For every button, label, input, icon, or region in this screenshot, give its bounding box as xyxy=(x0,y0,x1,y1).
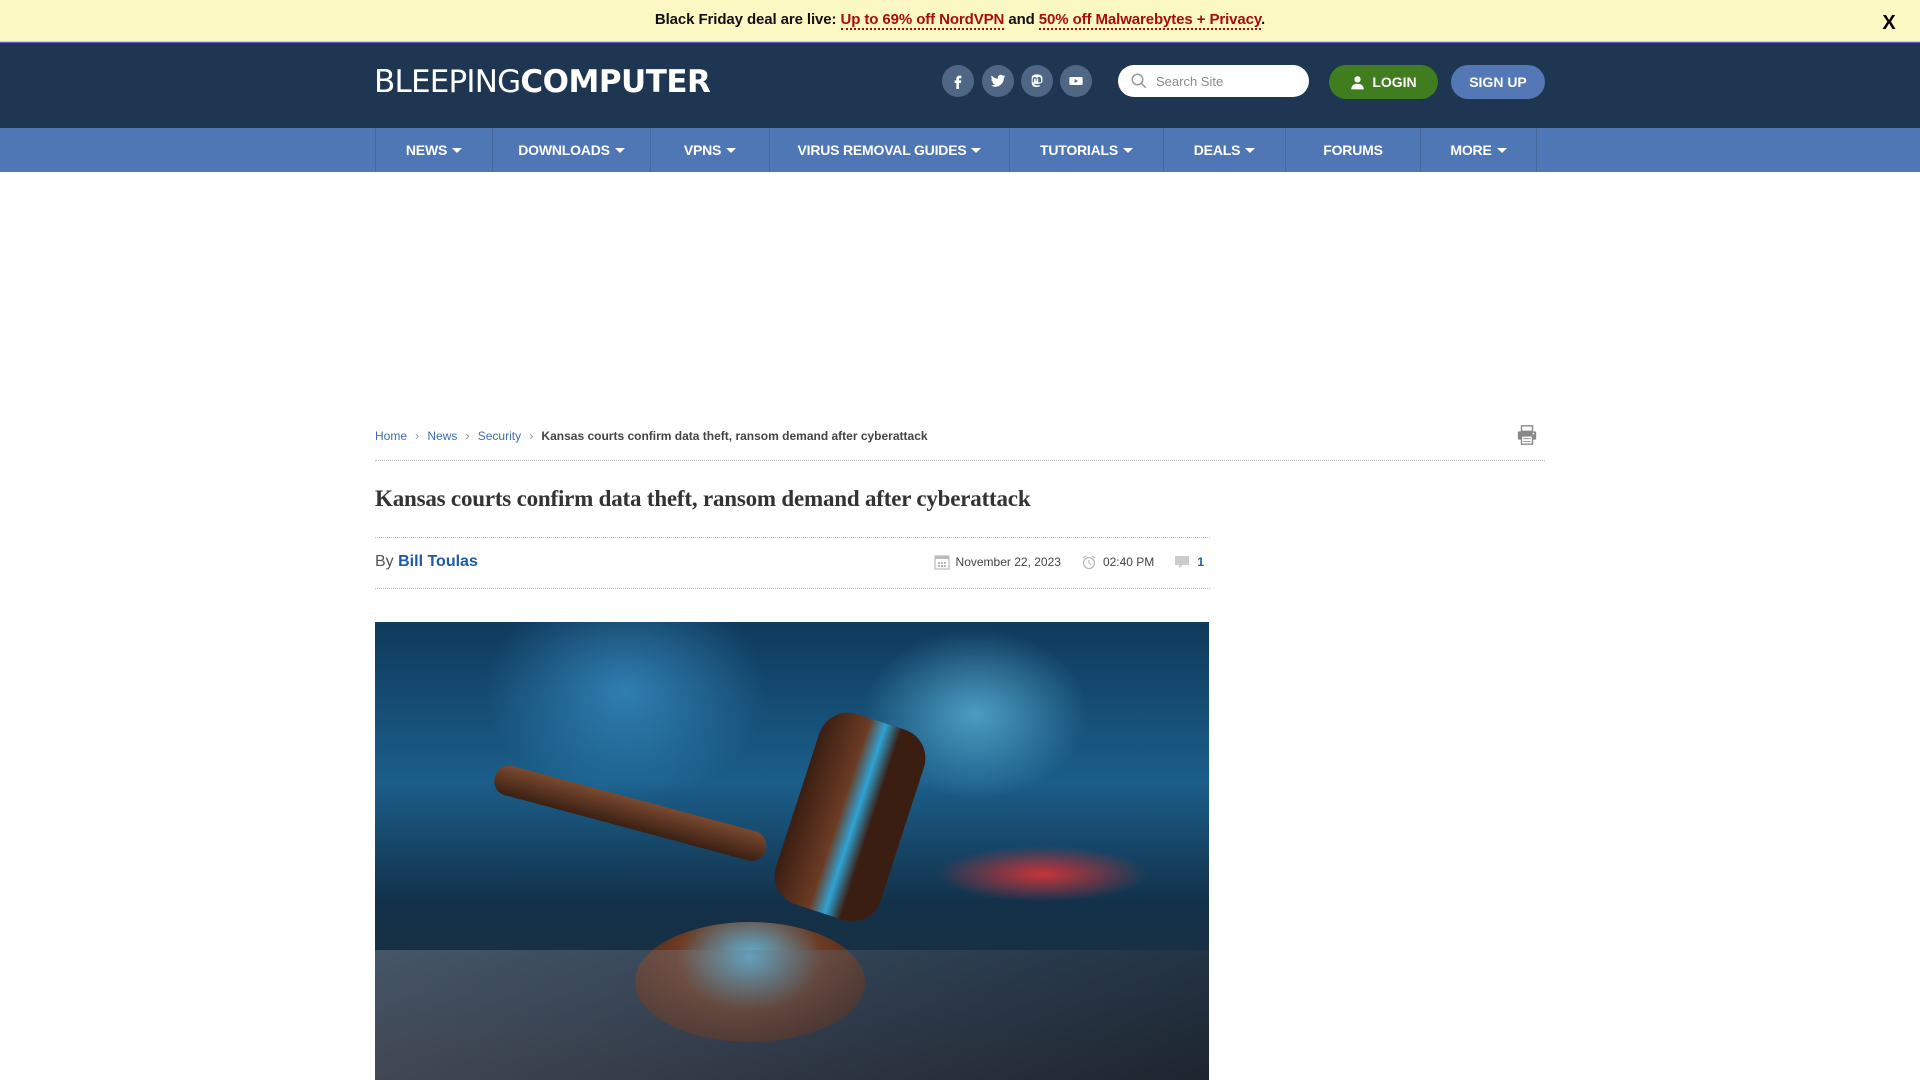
gavel-head-shape xyxy=(766,704,934,930)
clock-icon xyxy=(1082,555,1096,570)
chevron-right-icon: › xyxy=(465,428,470,443)
author-link[interactable]: Bill Toulas xyxy=(398,553,478,570)
promo-banner: Black Friday deal are live: Up to 69% of… xyxy=(0,0,1920,42)
login-label: LOGIN xyxy=(1372,74,1417,90)
article-date: November 22, 2023 xyxy=(955,555,1061,569)
promo-link-nordvpn[interactable]: Up to 69% off NordVPN xyxy=(840,11,1004,30)
caret-down-icon xyxy=(1123,147,1134,153)
mastodon-icon xyxy=(1031,74,1043,87)
divider xyxy=(375,537,1210,538)
comment-icon[interactable] xyxy=(1174,554,1190,570)
twitter-button[interactable] xyxy=(982,65,1014,97)
caret-down-icon xyxy=(452,147,463,153)
facebook-icon xyxy=(954,75,962,89)
hero-image xyxy=(375,622,1209,1080)
nav-label: NEWS xyxy=(405,142,448,158)
facebook-button[interactable] xyxy=(942,65,974,97)
signup-button[interactable]: SIGN UP xyxy=(1451,65,1545,99)
youtube-button[interactable] xyxy=(1060,65,1092,97)
caret-down-icon xyxy=(1245,147,1256,153)
chevron-right-icon: › xyxy=(529,428,534,443)
promo-lead: Black Friday deal are live: xyxy=(654,11,841,28)
login-button[interactable]: LOGIN xyxy=(1329,65,1438,99)
nav-label: FORUMS xyxy=(1323,142,1383,158)
comment-count[interactable]: 1 xyxy=(1197,555,1204,569)
nav-item-virus-removal-guides[interactable]: VIRUS REMOVAL GUIDES xyxy=(770,128,1010,172)
promo-middle: and xyxy=(1004,11,1039,28)
caret-down-icon xyxy=(1496,147,1507,153)
chevron-right-icon: › xyxy=(415,428,420,443)
twitter-icon xyxy=(990,74,1006,87)
promo-link-malwarebytes[interactable]: 50% off Malwarebytes + Privacy xyxy=(1038,11,1261,30)
main-nav: NEWS DOWNLOADS VPNS VIRUS REMOVAL GUIDES… xyxy=(0,128,1920,172)
caret-down-icon xyxy=(726,147,737,153)
site-header: BLEEPINGCOMPUTER LOGIN SIGN UP xyxy=(0,42,1920,128)
divider xyxy=(375,588,1210,589)
print-icon[interactable] xyxy=(1516,424,1538,446)
search-icon xyxy=(1131,73,1147,89)
search-input[interactable] xyxy=(1156,73,1296,89)
byline: By Bill Toulas xyxy=(375,553,478,571)
promo-trail: . xyxy=(1261,11,1266,28)
breadcrumb-home[interactable]: Home xyxy=(375,429,407,443)
close-button[interactable]: X xyxy=(1879,12,1899,34)
nav-label: DOWNLOADS xyxy=(518,142,610,158)
gavel-handle-shape xyxy=(491,762,770,864)
nav-label: TUTORIALS xyxy=(1039,142,1119,158)
promo-text: Black Friday deal are live: Up to 69% of… xyxy=(0,11,1920,30)
nav-label: DEALS xyxy=(1193,142,1241,158)
user-icon xyxy=(1351,75,1365,89)
calendar-icon xyxy=(933,555,950,570)
shattered-surface-shape xyxy=(375,950,1209,1080)
breadcrumb-current: Kansas courts confirm data theft, ransom… xyxy=(541,428,928,443)
breadcrumb-news[interactable]: News xyxy=(427,429,457,443)
nav-item-tutorials[interactable]: TUTORIALS xyxy=(1010,128,1164,172)
article-time: 02:40 PM xyxy=(1102,555,1155,569)
site-logo[interactable]: BLEEPINGCOMPUTER xyxy=(374,64,711,100)
nav-label: VIRUS REMOVAL GUIDES xyxy=(797,142,967,158)
nav-item-vpns[interactable]: VPNS xyxy=(651,128,770,172)
breadcrumb: Home › News › Security › Kansas courts c… xyxy=(375,428,928,443)
nav-label: MORE xyxy=(1450,142,1492,158)
mastodon-button[interactable] xyxy=(1021,65,1053,97)
divider xyxy=(375,460,1545,461)
caret-down-icon xyxy=(614,147,625,153)
logo-text-thin: BLEEPING xyxy=(374,64,521,100)
article-meta: November 22, 2023 02:40 PM 1 xyxy=(933,554,1204,570)
caret-down-icon xyxy=(971,147,982,153)
nav-item-forums[interactable]: FORUMS xyxy=(1286,128,1421,172)
logo-text-bold: COMPUTER xyxy=(520,64,711,100)
youtube-icon xyxy=(1069,77,1083,85)
article-title: Kansas courts confirm data theft, ransom… xyxy=(375,486,1031,511)
search-box xyxy=(1118,65,1309,97)
nav-list: NEWS DOWNLOADS VPNS VIRUS REMOVAL GUIDES… xyxy=(375,128,1537,172)
by-label: By xyxy=(375,553,399,570)
nav-label: VPNS xyxy=(683,142,722,158)
nav-item-deals[interactable]: DEALS xyxy=(1164,128,1286,172)
breadcrumb-security[interactable]: Security xyxy=(478,429,521,443)
nav-item-more[interactable]: MORE xyxy=(1421,128,1537,172)
nav-item-news[interactable]: NEWS xyxy=(376,128,493,172)
nav-item-downloads[interactable]: DOWNLOADS xyxy=(493,128,651,172)
